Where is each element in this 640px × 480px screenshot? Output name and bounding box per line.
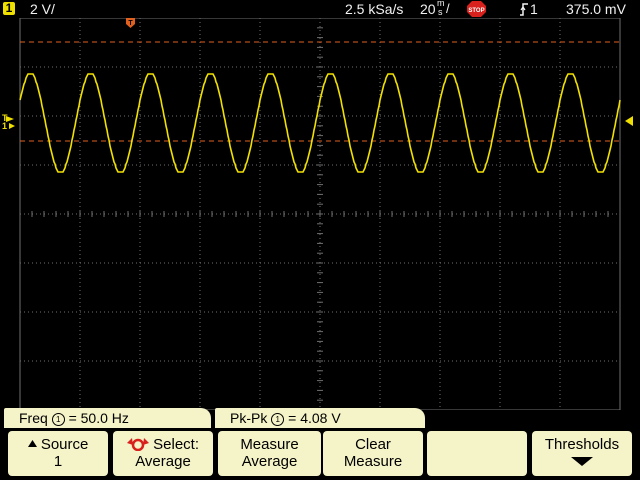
waveform-display[interactable]: T T 1: [0, 18, 640, 410]
trigger-level: 375.0 mV: [566, 1, 626, 17]
channel-badge[interactable]: 1: [3, 2, 15, 15]
timebase-slash: /: [446, 1, 450, 16]
softkey-label: Source: [40, 436, 89, 453]
timebase-unit-bottom: s: [438, 7, 443, 17]
channel-1-ground-marker[interactable]: T 1: [2, 113, 15, 131]
softkey-label: Select:: [153, 436, 200, 453]
meas-value: = 4.08 V: [288, 410, 341, 426]
trigger-position-marker: T: [126, 18, 135, 28]
softkey-label: Measure: [240, 436, 299, 453]
softkey-measure-average[interactable]: Measure Average: [218, 431, 321, 476]
softkey-value: Average: [135, 453, 191, 470]
svg-text:1: 1: [2, 121, 7, 131]
softkey-value: Average: [241, 453, 298, 470]
softkey-thresholds[interactable]: Thresholds: [532, 431, 632, 476]
trigger-level-marker: [625, 116, 633, 126]
measurement-bar: Freq 1 = 50.0 Hz Pk-Pk 1 = 4.08 V: [0, 408, 640, 428]
meas-label: Freq: [19, 410, 48, 426]
vertical-scale: 2 V/: [30, 1, 55, 17]
trigger-source: 1: [530, 1, 538, 17]
softkey-source[interactable]: Source 1: [8, 431, 108, 476]
softkey-value: Measure: [343, 453, 403, 470]
softkey-clear-measure[interactable]: Clear Measure: [323, 431, 423, 476]
entry-knob-icon: [126, 438, 149, 452]
stop-icon: STOP: [467, 1, 486, 17]
arrow-up-icon: [27, 440, 37, 447]
meas-source-circle: 1: [51, 413, 65, 426]
softkey-menu: Source 1 Select: Average Measure Average…: [0, 431, 640, 480]
meas-value: = 50.0 Hz: [68, 410, 129, 426]
svg-text:T: T: [128, 20, 133, 27]
top-status-bar: 1 2 V/ 2.5 kSa/s 20 m s / STOP 1 375.0 m…: [0, 0, 640, 18]
timebase-value: 20: [420, 1, 436, 17]
softkey-empty[interactable]: [427, 431, 527, 476]
measurement-freq[interactable]: Freq 1 = 50.0 Hz: [4, 408, 211, 428]
trigger-edge-icon: [520, 3, 528, 16]
measurement-pkpk[interactable]: Pk-Pk 1 = 4.08 V: [215, 408, 425, 428]
graticule: [19, 18, 621, 410]
softkey-select[interactable]: Select: Average: [113, 431, 213, 476]
softkey-label: Thresholds: [544, 436, 620, 453]
meas-source-circle: 1: [271, 413, 285, 426]
run-state-label: STOP: [468, 8, 484, 14]
arrow-down-icon: [571, 457, 593, 466]
sample-rate: 2.5 kSa/s: [345, 1, 404, 17]
softkey-label: Clear: [355, 436, 391, 453]
softkey-value: 1: [53, 453, 63, 470]
meas-label: Pk-Pk: [230, 410, 268, 426]
